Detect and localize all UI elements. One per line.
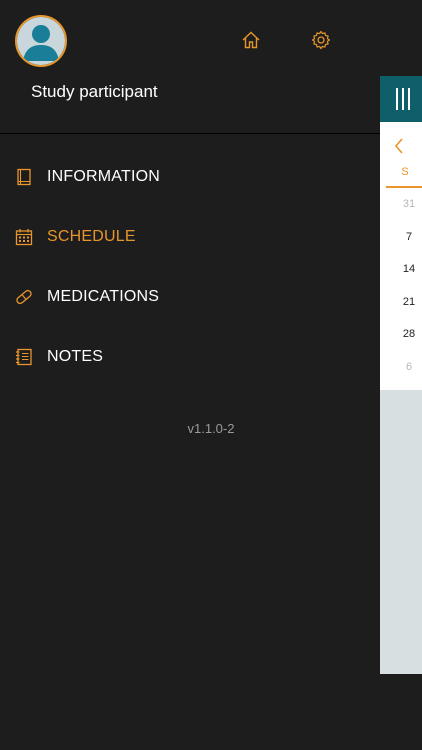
home-icon[interactable] [241,30,261,50]
weekday-label: S [401,166,409,178]
calendar-icon [15,228,33,246]
menu-item-notes[interactable]: NOTES [0,336,380,380]
gear-icon[interactable] [311,30,331,50]
calendar-date[interactable]: 21 [380,296,422,308]
menu-label-medications: MEDICATIONS [47,288,160,305]
calendar-date[interactable]: 28 [380,328,422,340]
app-version: v1.1.0-2 [187,421,235,436]
divider [0,133,380,134]
calendar-date[interactable]: 14 [380,263,422,275]
menu-bars-icon[interactable] [396,88,410,110]
notepad-icon [15,348,33,366]
book-icon [15,168,33,186]
menu-label-information: INFORMATION [47,168,161,185]
calendar-date[interactable]: 31 [380,198,422,210]
menu-label-schedule: SCHEDULE [47,228,136,245]
calendar-date[interactable]: 6 [380,361,422,373]
chevron-left-icon[interactable] [394,138,404,158]
calendar-peek: S 31 7 14 21 28 6 [380,0,422,750]
menu-item-schedule[interactable]: SCHEDULE [0,216,380,260]
menu-item-medications[interactable]: MEDICATIONS [0,276,380,320]
menu-item-information[interactable]: INFORMATION [0,156,380,200]
pill-icon [15,288,33,306]
weekday-underline [386,186,422,188]
menu-label-notes: NOTES [47,348,104,365]
navigation-drawer: Study participant INFORMATION SCHEDULE M… [0,0,380,750]
user-avatar-icon[interactable] [15,15,67,67]
calendar-date[interactable]: 7 [380,231,422,243]
calendar-header [380,76,422,122]
calendar-body: S 31 7 14 21 28 6 [380,122,422,390]
username: Study participant [31,82,158,101]
